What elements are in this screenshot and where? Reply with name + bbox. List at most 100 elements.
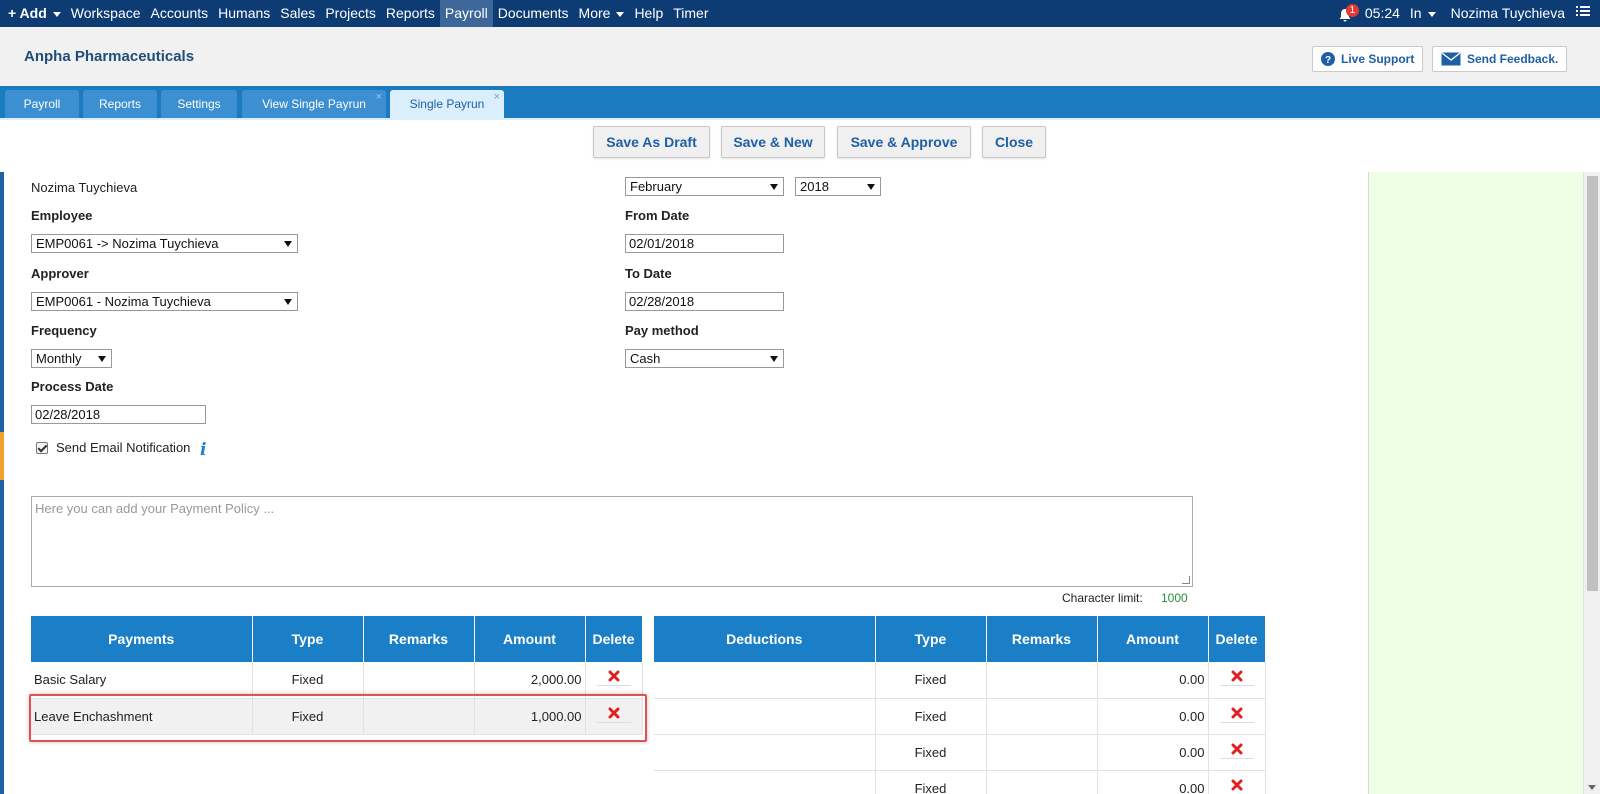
nav-workspace[interactable]: Workspace (66, 0, 146, 27)
delete-icon[interactable] (1219, 779, 1254, 794)
deductions-header-row: Deductions Type Remarks Amount Delete (654, 616, 1266, 662)
deduction-remarks[interactable] (986, 734, 1098, 771)
list-icon (1576, 6, 1590, 16)
delete-icon[interactable] (1219, 707, 1254, 723)
nav-accounts[interactable]: Accounts (146, 0, 214, 27)
tab-label: Payroll (23, 97, 61, 111)
nav-more[interactable]: More (574, 0, 630, 27)
tab-settings[interactable]: Settings (161, 90, 237, 118)
year-select[interactable]: 2018 (795, 177, 881, 196)
nav-humans[interactable]: Humans (213, 0, 275, 27)
deduction-amount[interactable]: 0.00 (1097, 734, 1209, 771)
module-tabbar: Payroll Reports Settings View Single Pay… (0, 86, 1600, 118)
to-date-input[interactable]: 02/28/2018 (625, 292, 784, 311)
from-date-input[interactable]: 02/01/2018 (625, 234, 784, 253)
dropdown-arrow-icon (867, 184, 875, 190)
col-header-amount: Amount (1097, 616, 1209, 662)
frequency-value: Monthly (36, 351, 82, 366)
payment-amount[interactable]: 2,000.00 (474, 662, 586, 699)
scroll-down-arrow-icon[interactable] (1588, 785, 1596, 790)
deduction-amount[interactable]: 0.00 (1097, 662, 1209, 699)
col-header-delete: Delete (585, 616, 643, 662)
deduction-name[interactable] (654, 770, 876, 794)
save-as-draft-button[interactable]: Save As Draft (593, 126, 710, 158)
delete-icon[interactable] (1219, 743, 1254, 759)
payment-name[interactable]: Basic Salary (31, 662, 253, 699)
nav-more-label: More (578, 5, 611, 21)
close-tab-icon[interactable]: × (494, 83, 500, 111)
scrollbar-thumb[interactable] (1587, 176, 1598, 591)
deduction-remarks[interactable] (986, 662, 1098, 699)
delete-cell (1208, 770, 1266, 794)
nav-sales[interactable]: Sales (275, 0, 320, 27)
nav-reports[interactable]: Reports (381, 0, 440, 27)
tab-label: Single Payrun (409, 97, 485, 111)
close-button[interactable]: Close (982, 126, 1046, 158)
deduction-amount[interactable]: 0.00 (1097, 698, 1209, 735)
send-email-checkbox[interactable] (36, 442, 48, 454)
row-highlight-box (29, 694, 647, 742)
save-and-approve-button[interactable]: Save & Approve (837, 126, 971, 158)
payments-header-row: Payments Type Remarks Amount Delete (31, 616, 643, 662)
deduction-amount[interactable]: 0.00 (1097, 770, 1209, 794)
info-icon[interactable]: i (200, 440, 206, 460)
frequency-select[interactable]: Monthly (31, 349, 112, 368)
col-header-deductions: Deductions (654, 616, 876, 662)
col-header-amount: Amount (474, 616, 586, 662)
help-circle-icon: ? (1321, 52, 1335, 66)
menu-list-icon[interactable] (1570, 0, 1600, 27)
payment-policy-textarea[interactable]: Here you can add your Payment Policy ... (31, 496, 1193, 587)
dropdown-arrow-icon (284, 299, 292, 305)
nav-payroll[interactable]: Payroll (439, 0, 493, 27)
deduction-remarks[interactable] (986, 698, 1098, 735)
send-feedback-label: Send Feedback. (1467, 52, 1559, 66)
month-select[interactable]: February (625, 177, 784, 196)
approver-label: Approver (31, 266, 89, 281)
deduction-name[interactable] (654, 698, 876, 735)
deduction-type: Fixed (875, 662, 987, 699)
deduction-type: Fixed (875, 698, 987, 735)
deduction-remarks[interactable] (986, 770, 1098, 794)
approver-select[interactable]: EMP0061 - Nozima Tuychieva (31, 292, 298, 311)
notification-bell[interactable]: 1 (1338, 3, 1359, 23)
tab-reports[interactable]: Reports (83, 90, 157, 118)
pay-method-select[interactable]: Cash (625, 349, 784, 368)
right-side-panel (1368, 172, 1583, 794)
live-support-label: Live Support (1341, 52, 1415, 66)
resize-handle-icon[interactable] (1182, 576, 1190, 584)
add-label: + Add (8, 5, 47, 21)
deduction-name[interactable] (654, 734, 876, 771)
add-menu[interactable]: + Add (0, 0, 66, 27)
left-accent-bar (0, 172, 4, 794)
nav-help[interactable]: Help (629, 0, 668, 27)
save-and-new-button[interactable]: Save & New (721, 126, 825, 158)
live-support-button[interactable]: ? Live Support (1312, 46, 1424, 72)
process-date-label: Process Date (31, 379, 114, 394)
close-tab-icon[interactable]: × (376, 83, 382, 111)
status-menu[interactable]: In (1405, 0, 1441, 27)
chevron-down-icon (52, 11, 61, 17)
topbar-right: 1 05:24 In Nozima Tuychieva (1338, 0, 1600, 27)
payment-type: Fixed (252, 662, 364, 699)
delete-icon[interactable] (596, 670, 631, 687)
nav-projects[interactable]: Projects (320, 0, 381, 27)
process-date-input[interactable]: 02/28/2018 (31, 405, 206, 424)
send-email-label: Send Email Notification (56, 440, 191, 455)
payment-remarks[interactable] (363, 662, 475, 699)
frequency-label: Frequency (31, 323, 97, 338)
nav-documents[interactable]: Documents (493, 0, 574, 27)
delete-cell (1208, 662, 1266, 699)
delete-icon[interactable] (1219, 670, 1254, 687)
dropdown-arrow-icon (770, 356, 778, 362)
deduction-name[interactable] (654, 662, 876, 699)
deductions-table: Deductions Type Remarks Amount Delete Fi… (654, 616, 1266, 794)
nav-timer[interactable]: Timer (668, 0, 713, 27)
tab-view-single-payrun[interactable]: View Single Payrun × (242, 90, 386, 118)
left-side-handle[interactable] (0, 432, 4, 480)
user-name[interactable]: Nozima Tuychieva (1441, 0, 1570, 27)
tab-payroll[interactable]: Payroll (5, 90, 79, 118)
tab-single-payrun[interactable]: Single Payrun × (390, 90, 504, 118)
send-feedback-button[interactable]: Send Feedback. (1432, 46, 1568, 72)
employee-select[interactable]: EMP0061 -> Nozima Tuychieva (31, 234, 298, 253)
vertical-scrollbar[interactable] (1583, 172, 1600, 794)
